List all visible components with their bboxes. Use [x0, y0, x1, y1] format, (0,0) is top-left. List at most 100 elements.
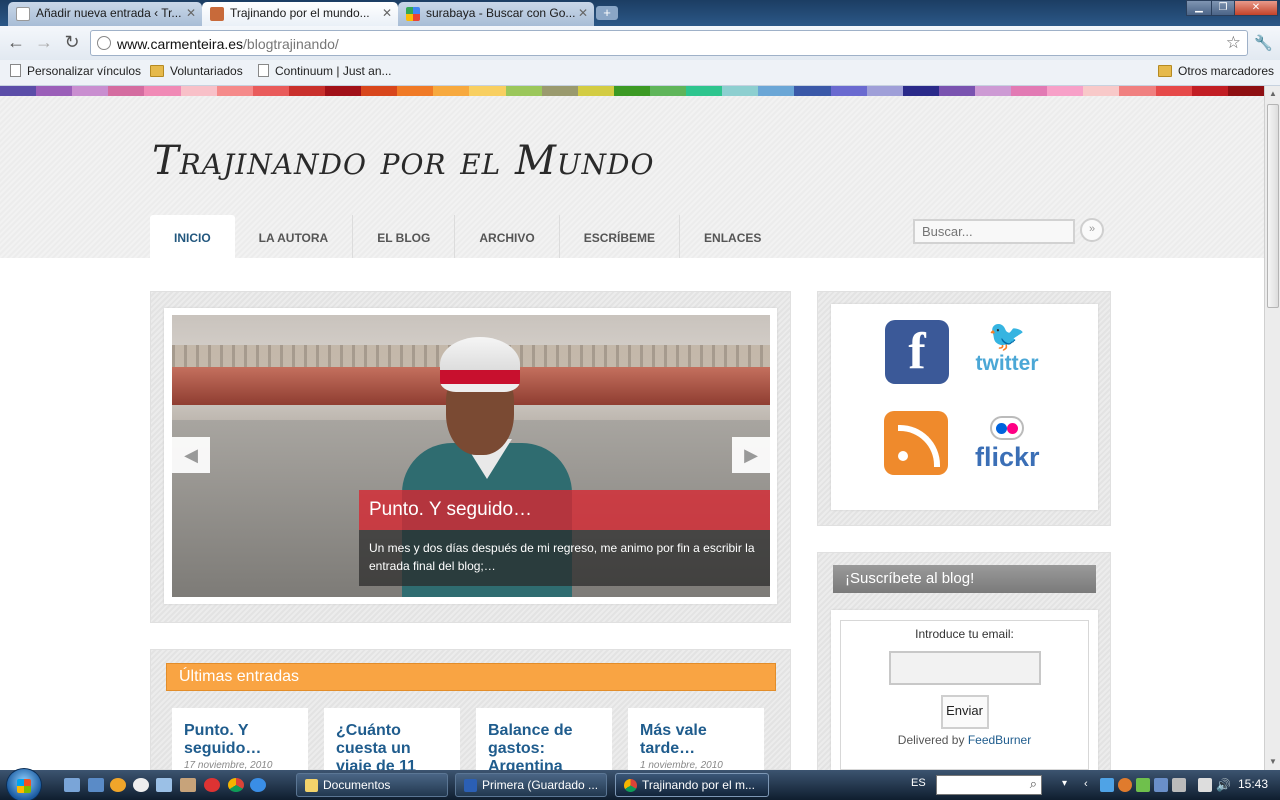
- post-title[interactable]: Más vale tarde…: [640, 722, 752, 758]
- slide-caption-title[interactable]: Punto. Y seguido…: [359, 490, 770, 530]
- stripe-segment: [180, 86, 217, 96]
- page-scrollbar[interactable]: ▲ ▼: [1264, 86, 1280, 770]
- menu-enlaces[interactable]: ENLACES: [680, 215, 785, 258]
- address-bar[interactable]: www.carmenteira.es/blogtrajinando/ ☆: [90, 30, 1248, 56]
- close-window-button[interactable]: ✕: [1234, 0, 1278, 16]
- monitor-icon[interactable]: [156, 778, 172, 792]
- internet-explorer-icon[interactable]: [250, 778, 266, 792]
- stripe-segment: [36, 86, 73, 96]
- volume-icon[interactable]: 🔊: [1216, 778, 1231, 792]
- network-icon[interactable]: [180, 778, 196, 792]
- wrench-icon[interactable]: 🔧: [1254, 34, 1273, 52]
- color-stripe: [0, 86, 1264, 96]
- tray-sync-icon[interactable]: [1198, 778, 1212, 792]
- start-button[interactable]: [6, 768, 42, 800]
- post-card[interactable]: Balance de gastos: Argentina: [476, 708, 612, 778]
- bookmark-otros-marcadores[interactable]: Otros marcadores: [1158, 64, 1274, 78]
- rss-icon[interactable]: [884, 411, 948, 475]
- tray-arrow-icon[interactable]: ‹: [1084, 778, 1098, 792]
- browser-tabstrip: Añadir nueva entrada ‹ Tr... ✕ Trajinand…: [0, 0, 1280, 26]
- back-button[interactable]: ←: [4, 31, 28, 55]
- facebook-icon[interactable]: f: [885, 320, 949, 384]
- page-icon: [16, 7, 30, 21]
- search-input[interactable]: [913, 219, 1075, 244]
- bookmark-personalizar[interactable]: Personalizar vínculos: [10, 64, 141, 78]
- bookmark-voluntariados[interactable]: Voluntariados: [150, 64, 243, 78]
- media-player-icon[interactable]: [110, 778, 126, 792]
- maximize-button[interactable]: ❐: [1211, 0, 1235, 16]
- stripe-segment: [505, 86, 542, 96]
- twitter-icon[interactable]: 🐦 twitter: [975, 322, 1039, 386]
- send-button[interactable]: Enviar: [940, 695, 989, 729]
- panda-icon[interactable]: [133, 778, 149, 792]
- feedburner-link[interactable]: FeedBurner: [968, 733, 1031, 747]
- bookmark-continuum[interactable]: Continuum | Just an...: [258, 64, 392, 78]
- menu-escribeme[interactable]: ESCRÍBEME: [560, 215, 681, 258]
- chrome-icon[interactable]: [228, 778, 244, 792]
- post-title[interactable]: Balance de gastos: Argentina: [488, 722, 600, 776]
- flickr-icon[interactable]: flickr: [975, 416, 1040, 480]
- close-icon[interactable]: ✕: [382, 6, 392, 20]
- task-trajinando[interactable]: Trajinando por el m...: [615, 773, 769, 797]
- tab-title: Añadir nueva entrada ‹ Tr...: [36, 6, 182, 20]
- tab-google-search[interactable]: surabaya - Buscar con Go... ✕: [398, 2, 594, 26]
- tab-new-entry[interactable]: Añadir nueva entrada ‹ Tr... ✕: [8, 2, 202, 26]
- bookmark-star-icon[interactable]: ☆: [1226, 33, 1241, 53]
- browser-toolbar: ← → ↻ www.carmenteira.es/blogtrajinando/…: [0, 26, 1280, 60]
- menu-inicio[interactable]: INICIO: [150, 215, 235, 258]
- page-icon: [258, 64, 269, 77]
- task-documentos[interactable]: Documentos: [296, 773, 448, 797]
- url-text[interactable]: www.carmenteira.es/blogtrajinando/: [117, 36, 339, 52]
- word-icon: [464, 779, 477, 792]
- tray-firefox-icon[interactable]: [1118, 778, 1132, 792]
- tray-star-icon[interactable]: [1100, 778, 1114, 792]
- stripe-segment: [613, 86, 650, 96]
- tray-device-icon[interactable]: [1172, 778, 1186, 792]
- window-switcher-icon[interactable]: [88, 778, 104, 792]
- close-icon[interactable]: ✕: [578, 6, 588, 20]
- reload-button[interactable]: ↻: [60, 31, 84, 55]
- tray-network-icon[interactable]: [1154, 778, 1168, 792]
- task-primera[interactable]: Primera (Guardado ...: [455, 773, 607, 797]
- minimize-button[interactable]: ▁: [1186, 0, 1212, 16]
- stripe-segment: [72, 86, 109, 96]
- stripe-segment: [252, 86, 289, 96]
- language-indicator[interactable]: ES: [911, 777, 926, 789]
- stripe-segment: [722, 86, 759, 96]
- post-card[interactable]: Más vale tarde… 1 noviembre, 2010: [628, 708, 764, 778]
- taskbar-search-input[interactable]: [936, 775, 1042, 795]
- tray-app-icon[interactable]: [1136, 778, 1150, 792]
- stripe-segment: [1155, 86, 1192, 96]
- page-icon: [10, 64, 21, 77]
- folder-icon: [305, 779, 318, 792]
- featured-slider[interactable]: ◀ ▶ Punto. Y seguido… Un mes y dos días …: [172, 315, 770, 597]
- bird-icon: 🐦: [988, 320, 1026, 353]
- clock[interactable]: 15:43: [1238, 777, 1268, 791]
- post-card[interactable]: Punto. Y seguido… 17 noviembre, 2010: [172, 708, 308, 778]
- menu-archivo[interactable]: ARCHIVO: [455, 215, 560, 258]
- stripe-segment: [974, 86, 1012, 96]
- tab-trajinando[interactable]: Trajinando por el mundo... ✕: [202, 2, 398, 26]
- new-tab-button[interactable]: +: [596, 6, 618, 20]
- email-field[interactable]: [888, 651, 1041, 685]
- email-label: Introduce tu email:: [915, 627, 1014, 641]
- stripe-segment: [758, 86, 795, 96]
- scroll-up-icon[interactable]: ▲: [1266, 87, 1280, 101]
- scroll-thumb[interactable]: [1267, 104, 1279, 308]
- menu-el-blog[interactable]: EL BLOG: [353, 215, 456, 258]
- close-icon[interactable]: ✕: [186, 6, 196, 20]
- opera-icon[interactable]: [204, 778, 220, 792]
- post-title[interactable]: Punto. Y seguido…: [184, 722, 296, 758]
- menu-la-autora[interactable]: LA AUTORA: [235, 215, 354, 258]
- search-go-button[interactable]: »: [1080, 218, 1104, 242]
- arrow-right-icon[interactable]: ▶: [732, 437, 770, 473]
- forward-button[interactable]: →: [32, 31, 56, 55]
- tray-expand-icon[interactable]: ▾: [1062, 778, 1076, 792]
- scroll-down-icon[interactable]: ▼: [1266, 755, 1280, 769]
- post-card[interactable]: ¿Cuánto cuesta un viaje de 11: [324, 708, 460, 778]
- show-desktop-icon[interactable]: [64, 778, 80, 792]
- stripe-segment: [433, 86, 470, 96]
- arrow-left-icon[interactable]: ◀: [172, 437, 210, 473]
- site-title[interactable]: Trajinando por el Mundo: [152, 138, 654, 184]
- post-title[interactable]: ¿Cuánto cuesta un viaje de 11: [336, 722, 448, 776]
